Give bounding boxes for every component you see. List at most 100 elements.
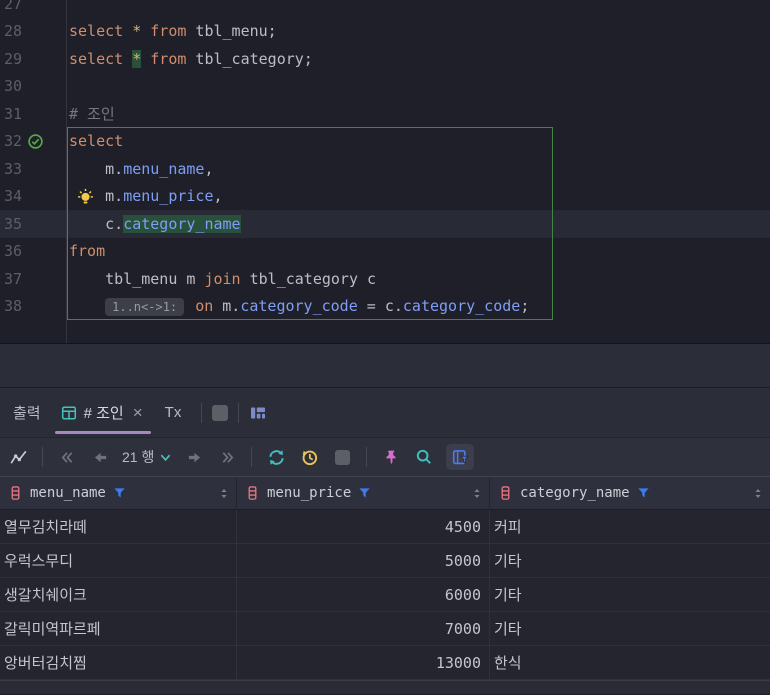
code-segment-kw: select (69, 22, 124, 41)
close-icon[interactable]: × (131, 404, 145, 421)
tab-join-result[interactable]: # 조인 × (51, 388, 155, 437)
history-button[interactable] (298, 446, 320, 468)
previous-page-button[interactable] (89, 446, 111, 468)
stop-query-button[interactable] (331, 446, 353, 468)
code-line[interactable]: 38 1..n<->1: on m.category_code = c.cate… (0, 293, 770, 321)
table-row[interactable]: 갈릭미역파르페 7000 기타 (0, 612, 770, 646)
code-line[interactable]: 28 select * from tbl_menu; (0, 18, 770, 46)
clock-history-icon (302, 450, 317, 465)
stop-icon[interactable] (212, 404, 229, 421)
last-page-button[interactable] (216, 446, 238, 468)
sql-editor[interactable]: 27 28 select * from tbl_menu; 29 select * fr… (0, 0, 770, 343)
table-icon (61, 405, 76, 420)
intention-bulb[interactable] (76, 187, 95, 206)
code-text[interactable]: c.category_name (66, 214, 241, 233)
cell-menu_price[interactable]: 7000 (237, 612, 490, 645)
cell-category_name[interactable]: 기타 (490, 612, 770, 645)
column-header-category-name[interactable]: category_name (490, 477, 770, 509)
cell-category_name[interactable]: 커피 (490, 510, 770, 543)
reload-data-button[interactable] (265, 446, 287, 468)
code-text[interactable]: tbl_menu m join tbl_category c (66, 270, 376, 288)
column-name: menu_name (30, 485, 106, 501)
cell-category_name[interactable]: 기타 (490, 544, 770, 577)
code-segment-id: tbl_menu m (69, 269, 205, 288)
filter-panel-button[interactable] (446, 444, 475, 470)
code-text[interactable]: m.menu_name, (66, 160, 213, 178)
check-circle-icon[interactable] (27, 133, 44, 150)
cell-category_name[interactable]: 한식 (490, 646, 770, 679)
sort-icon[interactable] (752, 487, 764, 500)
sort-icon[interactable] (471, 487, 483, 500)
code-segment-hint: 1..n<->1: (105, 298, 185, 317)
code-segment-id: ; (520, 297, 530, 316)
column-name: category_name (520, 485, 630, 501)
filter-icon[interactable] (113, 487, 126, 500)
code-segment-id: , (213, 187, 223, 206)
code-text[interactable]: select (66, 132, 123, 150)
code-line[interactable]: 37 tbl_menu m join tbl_category c (0, 265, 770, 293)
code-text[interactable]: from (66, 242, 105, 260)
next-page-button[interactable] (183, 446, 205, 468)
code-segment-col: category_code (402, 297, 521, 316)
column-icon (501, 486, 510, 500)
double-chevron-right-icon (222, 451, 234, 463)
pin-tab-button[interactable] (380, 446, 402, 468)
code-line[interactable]: 32 select (0, 128, 770, 156)
lightbulb-icon[interactable] (76, 187, 95, 206)
double-chevron-left-icon (61, 451, 72, 463)
chart-view-button[interactable] (7, 446, 29, 468)
code-line[interactable]: 29 select * from tbl_category; (0, 45, 770, 73)
row-count-label: 21 행 (122, 449, 155, 465)
tab-output[interactable]: 출력 (3, 388, 51, 437)
cell-menu_name[interactable]: 우럭스무디 (0, 544, 237, 577)
code-text[interactable]: select * from tbl_menu; (66, 22, 277, 40)
filter-icon[interactable] (637, 487, 650, 500)
tab-output-label: 출력 (13, 405, 41, 422)
cell-menu_price[interactable]: 4500 (237, 510, 490, 543)
sort-icon[interactable] (218, 487, 230, 500)
table-row[interactable]: 우럭스무디 5000 기타 (0, 544, 770, 578)
line-number: 29 (4, 49, 23, 68)
cell-menu_price[interactable]: 6000 (237, 578, 490, 611)
page-size-selector[interactable]: 21 행 (122, 447, 172, 467)
code-segment-id (141, 22, 150, 40)
code-line[interactable]: 35 c.category_name (0, 210, 770, 238)
cell-menu_name[interactable]: 앙버터김치찜 (0, 646, 237, 679)
code-segment-id: tbl_category; (186, 49, 313, 68)
code-text[interactable]: 1..n<->1: on m.category_code = c.categor… (66, 297, 530, 317)
code-line[interactable]: 27 (0, 0, 770, 18)
cell-menu_price[interactable]: 5000 (237, 544, 490, 577)
code-text[interactable]: # 조인 (66, 103, 115, 124)
code-lines[interactable]: 27 28 select * from tbl_menu; 29 select * fr… (0, 0, 770, 320)
code-line[interactable]: 30 (0, 73, 770, 101)
column-name: menu_price (267, 485, 352, 501)
code-segment-id (141, 50, 150, 68)
search-button[interactable] (413, 446, 435, 468)
tab-tx[interactable]: Tx (155, 388, 192, 437)
code-line[interactable]: 34 m.menu_price, (0, 183, 770, 211)
column-header-menu-price[interactable]: menu_price (237, 477, 490, 509)
table-row[interactable]: 생갈치쉐이크 6000 기타 (0, 578, 770, 612)
table-row[interactable]: 열무김치라떼 4500 커피 (0, 510, 770, 544)
code-segment-kw: join (204, 269, 241, 288)
table-filter-icon (452, 449, 469, 464)
table-row[interactable]: 앙버터김치찜 13000 한식 (0, 646, 770, 680)
cell-menu_name[interactable]: 열무김치라떼 (0, 510, 237, 543)
code-line[interactable]: 33 m.menu_name, (0, 155, 770, 183)
first-page-button[interactable] (56, 446, 78, 468)
cell-menu_name[interactable]: 생갈치쉐이크 (0, 578, 237, 611)
cell-menu_name[interactable]: 갈릭미역파르페 (0, 612, 237, 645)
cell-category_name[interactable]: 기타 (490, 578, 770, 611)
filter-icon[interactable] (358, 487, 371, 500)
column-icon (11, 486, 20, 500)
grid-body: 열무김치라떼 4500 커피 우럭스무디 5000 기타 생갈치쉐이크 6000 기타 갈릭미역파… (0, 510, 770, 680)
code-line[interactable]: 36 from (0, 238, 770, 266)
column-header-menu-name[interactable]: menu_name (0, 477, 237, 509)
toolbar-divider (366, 447, 368, 467)
cell-menu_price[interactable]: 13000 (237, 646, 490, 679)
code-line[interactable]: 31 # 조인 (0, 100, 770, 128)
code-segment-star: * (132, 49, 142, 68)
code-segment-kw: from (150, 22, 187, 41)
code-text[interactable]: select * from tbl_category; (66, 49, 313, 68)
layout-settings-button[interactable] (249, 405, 267, 421)
